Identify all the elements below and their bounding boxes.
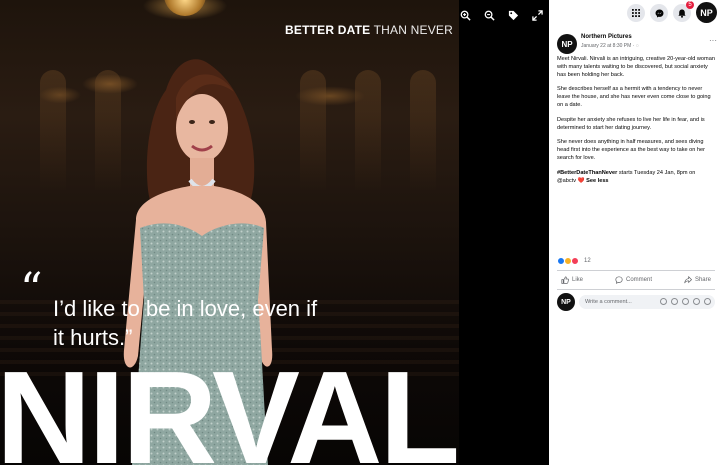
show-title-bold: BETTER DATE: [285, 23, 371, 37]
contestant-name: NIRVALI: [0, 344, 459, 465]
post-paragraph: Despite her anxiety she refuses to live …: [557, 116, 705, 131]
background-arch: [300, 70, 326, 190]
account-avatar[interactable]: NP: [696, 2, 717, 23]
fullscreen-icon[interactable]: [530, 8, 544, 22]
see-less-link[interactable]: See less: [586, 178, 608, 184]
love-reaction-icon: [571, 257, 579, 265]
show-title: BETTER DATE THAN NEVER: [285, 23, 453, 37]
post-actions: Like Comment Share: [557, 273, 715, 287]
page-name-link[interactable]: Northern Pictures: [581, 34, 632, 40]
comment-button[interactable]: Comment: [611, 273, 656, 287]
tag-icon[interactable]: [506, 8, 520, 22]
post-paragraph: She describes herself as a hermit with a…: [557, 86, 711, 108]
comment-label: Comment: [625, 277, 652, 283]
zoom-in-icon[interactable]: [458, 8, 472, 22]
chandelier: [164, 0, 206, 16]
post-body: Meet Nirvali. Nirvali is an intriguing, …: [557, 56, 715, 192]
comment-icon: [615, 276, 623, 284]
notification-badge: 5: [686, 1, 694, 9]
show-title-rest: THAN NEVER: [373, 23, 453, 37]
thumbs-up-icon: [561, 276, 569, 284]
zoom-out-icon[interactable]: [482, 8, 496, 22]
hashtag-link[interactable]: #BetterDateThanNever: [557, 170, 617, 176]
commenter-avatar[interactable]: NP: [557, 293, 575, 311]
bell-icon: [678, 9, 686, 18]
post-header: NP Northern Pictures January 22 at 8:30 …: [557, 34, 717, 56]
grid-icon: [632, 9, 640, 17]
post-paragraph: Meet Nirvali. Nirvali is an intriguing, …: [557, 56, 715, 78]
notifications-button[interactable]: 5: [673, 1, 694, 22]
viewer-toolbar: [458, 8, 544, 22]
share-label: Share: [694, 277, 711, 283]
post-paragraph: She never does anything in half measures…: [557, 139, 706, 161]
camera-icon[interactable]: [682, 298, 689, 305]
quote-mark: “: [20, 264, 43, 315]
top-navbar: 5 NP: [549, 0, 720, 28]
emoji-icon[interactable]: [671, 298, 678, 305]
messenger-button[interactable]: [650, 4, 668, 22]
post-sidebar: 5 NP NP Northern Pictures January 22 at …: [549, 0, 720, 465]
messenger-icon: [655, 9, 663, 17]
gif-icon[interactable]: [693, 298, 700, 305]
page-avatar[interactable]: NP: [557, 34, 577, 54]
comment-placeholder: Write a comment...: [585, 299, 632, 305]
reaction-count: 12: [584, 258, 591, 264]
photo-viewer: BETTER DATE THAN NEVER “ I’d like to be …: [0, 0, 549, 465]
background-arch: [410, 70, 436, 190]
share-icon: [684, 276, 692, 284]
divider: [557, 270, 715, 271]
comment-input-icons: [660, 298, 711, 305]
post-photo[interactable]: BETTER DATE THAN NEVER “ I’d like to be …: [0, 0, 459, 465]
heart-emoji: ❤️: [577, 177, 585, 184]
sticker-icon[interactable]: [660, 298, 667, 305]
more-options-icon[interactable]: ···: [709, 36, 717, 45]
background-arch: [40, 70, 66, 190]
menu-grid-button[interactable]: [627, 4, 645, 22]
avatar-sticker-icon[interactable]: [704, 298, 711, 305]
like-button[interactable]: Like: [557, 273, 587, 287]
share-button[interactable]: Share: [680, 273, 715, 287]
reaction-summary[interactable]: 12: [557, 256, 591, 266]
like-label: Like: [572, 277, 584, 283]
divider: [557, 289, 715, 290]
comment-input[interactable]: Write a comment...: [579, 295, 715, 309]
post-timestamp[interactable]: January 22 at 8:30 PM · ◌: [581, 43, 639, 49]
comment-composer: NP Write a comment...: [557, 293, 717, 311]
background-arch: [355, 70, 381, 190]
post-paragraph-final: #BetterDateThanNever starts Tuesday 24 J…: [557, 170, 715, 186]
